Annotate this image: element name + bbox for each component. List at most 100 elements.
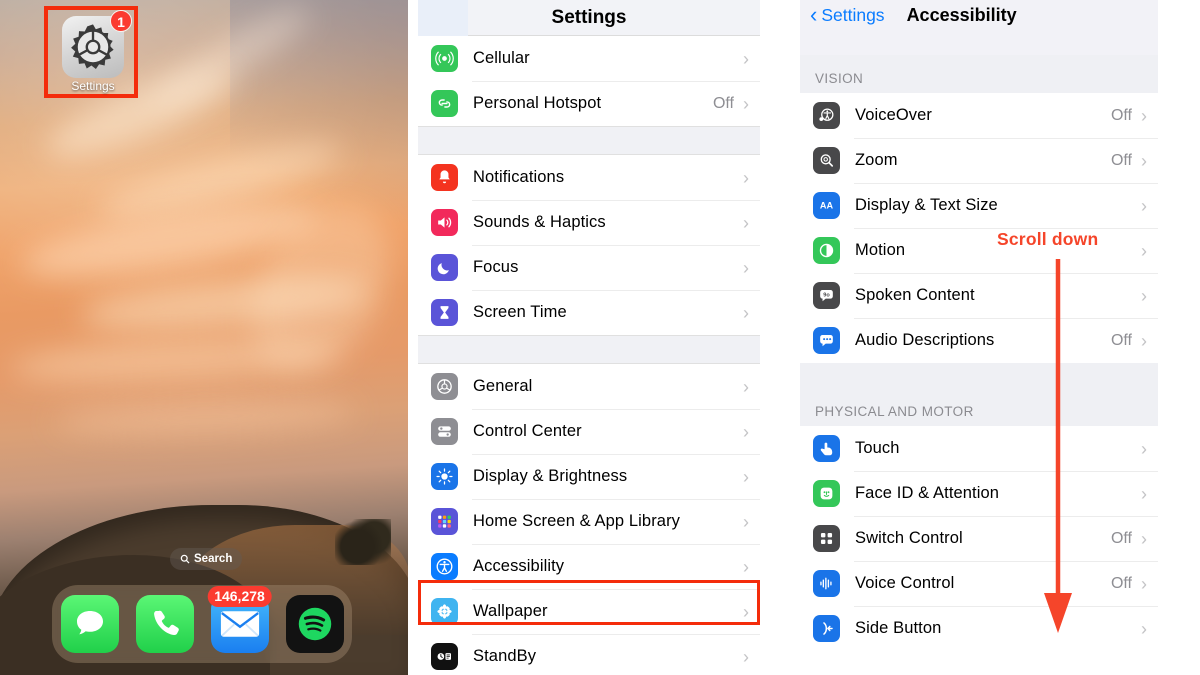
row-label: Home Screen & App Library	[473, 512, 681, 530]
settings-panel-title: Settings	[551, 6, 627, 28]
section-gap	[418, 126, 760, 155]
accessibility-row-voiceover[interactable]: VoiceOver Off ›	[800, 93, 1158, 138]
chevron-right-icon: ›	[1141, 285, 1147, 306]
cloud-streak	[54, 394, 356, 440]
accessibility-row-face-id-attention[interactable]: Face ID & Attention ›	[800, 471, 1158, 516]
settings-row-wallpaper[interactable]: Wallpaper ›	[418, 589, 760, 634]
settings-panel-header: Settings	[418, 0, 760, 36]
chevron-right-icon: ›	[743, 302, 749, 323]
screenshot-stage: 1 Settings Search 146,278 Settings Cellu…	[0, 0, 1200, 675]
section-gap	[418, 335, 760, 364]
row-label: Screen Time	[473, 303, 567, 321]
screen-time-hourglass-icon	[431, 299, 458, 326]
chevron-right-icon: ›	[743, 48, 749, 69]
settings-app-highlight-box: 1 Settings	[44, 6, 138, 98]
settings-app-label: Settings	[71, 79, 115, 93]
home-search-label: Search	[194, 553, 233, 565]
home-screen: 1 Settings Search 146,278	[0, 0, 408, 675]
accessibility-row-motion[interactable]: Motion ›	[800, 228, 1158, 273]
zoom-magnifier-icon	[813, 147, 840, 174]
settings-row-accessibility[interactable]: Accessibility ›	[418, 544, 760, 589]
back-label: Settings	[821, 4, 885, 25]
settings-row-focus[interactable]: Focus ›	[418, 245, 760, 290]
row-label: Switch Control	[855, 529, 963, 547]
chevron-right-icon: ›	[743, 257, 749, 278]
standby-icon	[431, 643, 458, 670]
mail-badge-count: 146,278	[207, 586, 272, 607]
accessibility-row-display-text-size[interactable]: AA Display & Text Size ›	[800, 183, 1158, 228]
accessibility-row-voice-control[interactable]: Voice Control Off ›	[800, 561, 1158, 606]
chevron-right-icon: ›	[1141, 528, 1147, 549]
chevron-right-icon: ›	[1141, 438, 1147, 459]
settings-row-notifications[interactable]: Notifications ›	[418, 155, 760, 200]
settings-row-personal-hotspot[interactable]: Personal Hotspot Off ›	[418, 81, 760, 126]
dock-app-messages[interactable]	[60, 595, 119, 653]
settings-row-general[interactable]: General ›	[418, 364, 760, 409]
back-to-settings-button[interactable]: ‹ Settings	[810, 4, 885, 26]
settings-row-cellular[interactable]: Cellular ›	[418, 36, 760, 81]
chevron-right-icon: ›	[743, 556, 749, 577]
chevron-right-icon: ›	[743, 466, 749, 487]
row-label: Touch	[855, 439, 900, 457]
dock-app-spotify[interactable]	[285, 595, 344, 653]
row-label: Cellular	[473, 49, 530, 67]
chevron-left-icon: ‹	[810, 2, 818, 27]
search-icon	[180, 554, 190, 564]
scroll-down-annotation-label: Scroll down	[997, 229, 1099, 249]
chevron-right-icon: ›	[1141, 483, 1147, 504]
chevron-right-icon: ›	[743, 212, 749, 233]
row-label: Personal Hotspot	[473, 94, 602, 112]
row-label: VoiceOver	[855, 106, 933, 124]
row-value: Off	[1110, 529, 1132, 547]
row-label: Focus	[473, 258, 519, 276]
home-search-pill[interactable]: Search	[170, 548, 243, 570]
row-label: Voice Control	[855, 574, 955, 592]
svg-text:AA: AA	[820, 201, 834, 211]
row-label: Display & Brightness	[473, 467, 628, 485]
row-label: Face ID & Attention	[855, 484, 1000, 502]
accessibility-panel: ‹ Settings Accessibility VISION VoiceOver…	[800, 0, 1158, 675]
face-id-icon	[813, 480, 840, 507]
phone-icon	[153, 610, 179, 636]
accessibility-row-touch[interactable]: Touch ›	[800, 426, 1158, 471]
row-label: Accessibility	[473, 557, 565, 575]
accessibility-row-audio-descriptions[interactable]: Audio Descriptions Off ›	[800, 318, 1158, 363]
accessibility-list: VISION VoiceOver Off › Zoom Off › AA Display & T…	[800, 55, 1158, 651]
row-label: Sounds & Haptics	[473, 213, 606, 231]
accessibility-row-zoom[interactable]: Zoom Off ›	[800, 138, 1158, 183]
chevron-right-icon: ›	[743, 646, 749, 667]
settings-row-home-screen-app-library[interactable]: Home Screen & App Library ›	[418, 499, 760, 544]
settings-row-control-center[interactable]: Control Center ›	[418, 409, 760, 454]
hotspot-icon	[431, 90, 458, 117]
settings-row-sounds-haptics[interactable]: Sounds & Haptics ›	[418, 200, 760, 245]
display-text-size-icon: AA	[813, 192, 840, 219]
settings-gear-icon	[71, 24, 114, 69]
dock-app-mail[interactable]: 146,278	[207, 586, 272, 653]
row-label: Display & Text Size	[855, 196, 998, 214]
audio-descriptions-icon	[813, 327, 840, 354]
general-gear-icon	[431, 373, 458, 400]
side-button-icon	[813, 615, 840, 642]
spoken-content-icon: 9o	[813, 282, 840, 309]
chevron-right-icon: ›	[1141, 573, 1147, 594]
accessibility-row-side-button[interactable]: Side Button ›	[800, 606, 1158, 651]
settings-row-screen-time[interactable]: Screen Time ›	[418, 290, 760, 335]
touch-hand-icon	[813, 435, 840, 462]
row-label: Audio Descriptions	[855, 331, 995, 349]
row-label: Control Center	[473, 422, 582, 440]
chevron-right-icon: ›	[1141, 330, 1147, 351]
row-label: Wallpaper	[473, 602, 548, 620]
settings-row-display-brightness[interactable]: Display & Brightness ›	[418, 454, 760, 499]
row-value: Off	[1110, 331, 1132, 349]
row-label: General	[473, 377, 533, 395]
chevron-right-icon: ›	[1141, 105, 1147, 126]
accessibility-row-switch-control[interactable]: Switch Control Off ›	[800, 516, 1158, 561]
chevron-right-icon: ›	[1141, 240, 1147, 261]
chevron-right-icon: ›	[743, 511, 749, 532]
settings-row-standby[interactable]: StandBy ›	[418, 634, 760, 675]
row-label: Side Button	[855, 619, 942, 637]
accessibility-header: ‹ Settings Accessibility	[800, 0, 1158, 55]
accessibility-row-spoken-content[interactable]: 9o Spoken Content ›	[800, 273, 1158, 318]
dock-app-phone[interactable]	[135, 595, 194, 653]
header-tint	[418, 0, 468, 36]
